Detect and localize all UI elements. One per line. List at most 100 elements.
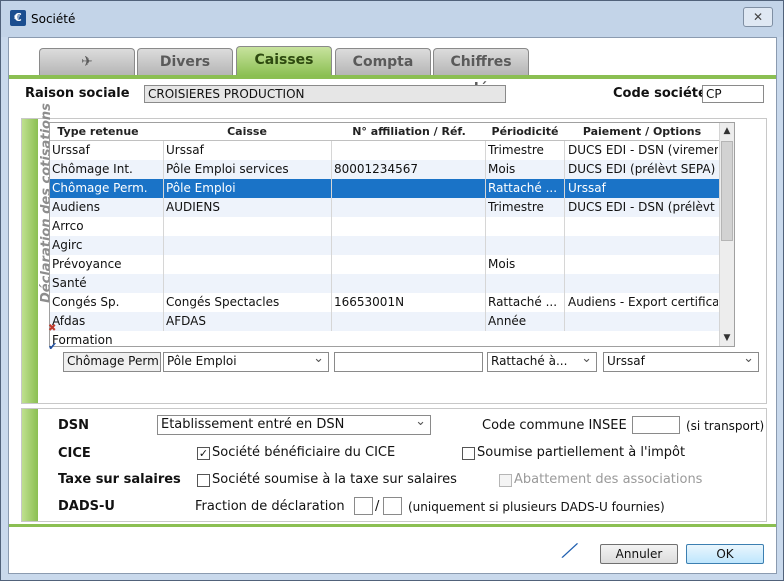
col-caisse[interactable]: Caisse bbox=[164, 125, 330, 138]
table-row[interactable]: Formation bbox=[50, 331, 720, 347]
table-cell: Urssaf bbox=[166, 143, 204, 157]
table-cell: Agirc bbox=[52, 238, 83, 252]
table-cell: Congés Spectacles bbox=[166, 295, 280, 309]
abattement-checkbox bbox=[499, 474, 512, 487]
cancel-button[interactable]: Annuler bbox=[600, 544, 678, 564]
tab-divers[interactable]: Divers bbox=[137, 48, 233, 76]
tab-chiffres-cles[interactable]: Chiffres clés bbox=[433, 48, 529, 97]
dialog-body: ✈ Divers Caisses Compta Chiffres clés Ra… bbox=[8, 37, 777, 574]
window-title: Société bbox=[31, 12, 76, 26]
table-cell: AUDIENS bbox=[166, 200, 220, 214]
table-cell: Formation bbox=[52, 333, 113, 347]
editor-paiement-select[interactable]: Urssaf bbox=[603, 352, 759, 372]
table-cell: Prévoyance bbox=[52, 257, 122, 271]
cice-label: CICE bbox=[58, 446, 91, 461]
table-row[interactable]: Chômage Int. Pôle Emploi services 80001234… bbox=[50, 160, 720, 179]
pencil-icon[interactable]: ╱ bbox=[562, 540, 578, 561]
code-societe-label: Code société bbox=[613, 86, 707, 101]
ok-button[interactable]: OK bbox=[686, 544, 764, 564]
table-cell: DUCS EDI - DSN (virement) bbox=[568, 143, 718, 157]
code-commune-label: Code commune INSEE bbox=[482, 418, 627, 433]
table-row[interactable]: Chômage Perm. Pôle Emploi Rattaché ... Urss… bbox=[50, 179, 720, 198]
editor-periodicite-select[interactable]: Rattaché à... bbox=[487, 352, 597, 372]
editor-caisse-select[interactable]: Pôle Emploi bbox=[163, 352, 329, 372]
table-cell: Pôle Emploi bbox=[166, 181, 236, 195]
table-cell: Rattaché ... bbox=[488, 181, 558, 195]
table-cell: Chômage Int. bbox=[52, 162, 133, 176]
app-icon: € bbox=[10, 10, 26, 26]
table-cell: Urssaf bbox=[568, 181, 606, 195]
fraction-numerator-input[interactable] bbox=[354, 497, 373, 515]
fraction-separator: / bbox=[375, 499, 380, 514]
delete-mark-icon[interactable]: ✖ bbox=[48, 323, 56, 334]
dsn-select[interactable]: Etablissement entré en DSN bbox=[157, 415, 431, 435]
table-cell: Audiens - Export certificats CS bbox=[568, 295, 718, 309]
col-divider bbox=[564, 141, 565, 331]
table-cell: DUCS EDI - DSN (prélèvt SE... bbox=[568, 200, 718, 214]
abattement-label: Abattement des associations bbox=[514, 472, 703, 487]
taxe-soumise-checkbox[interactable] bbox=[197, 474, 210, 487]
table-scrollbar[interactable]: ▲ ▼ bbox=[719, 123, 734, 346]
col-paiement[interactable]: Paiement / Options bbox=[566, 125, 718, 138]
table-cell: Arrco bbox=[52, 219, 84, 233]
col-type-retenue[interactable]: Type retenue bbox=[52, 125, 144, 138]
options-sidebar bbox=[22, 409, 38, 521]
col-divider bbox=[163, 141, 164, 331]
taxe-label: Taxe sur salaires bbox=[58, 472, 181, 487]
table-row[interactable]: Prévoyance Mois bbox=[50, 255, 720, 274]
col-divider bbox=[331, 141, 332, 331]
fraction-denominator-input[interactable] bbox=[383, 497, 402, 515]
table-cell: Chômage Perm. bbox=[52, 181, 148, 195]
table-cell: Urssaf bbox=[52, 143, 90, 157]
cice-beneficiaire-checkbox[interactable]: ✓ bbox=[197, 447, 210, 460]
fraction-note: (uniquement si plusieurs DADS-U fournies… bbox=[408, 500, 665, 514]
close-button[interactable]: ✕ bbox=[743, 7, 773, 27]
table-cell: Pôle Emploi services bbox=[166, 162, 289, 176]
table-row[interactable]: Audiens AUDIENS Trimestre DUCS EDI - DSN (p… bbox=[50, 198, 720, 217]
table-cell: DUCS EDI (prélèvt SEPA) - ... bbox=[568, 162, 718, 176]
table-row[interactable]: Afdas AFDAS Année bbox=[50, 312, 720, 331]
table-row[interactable]: Arrco bbox=[50, 217, 720, 236]
fraction-label: Fraction de déclaration bbox=[195, 499, 345, 514]
tab-caisses[interactable]: Caisses bbox=[236, 46, 332, 76]
table-cell: 16653001N bbox=[334, 295, 405, 309]
scroll-up-icon[interactable]: ▲ bbox=[720, 123, 734, 139]
cotisations-table[interactable]: Type retenue Caisse N° affiliation / Réf… bbox=[49, 122, 735, 347]
title-bar[interactable]: € Société ✕ bbox=[1, 1, 783, 37]
cice-beneficiaire-label[interactable]: Société bénéficiaire du CICE bbox=[212, 445, 395, 460]
editor-affiliation-input[interactable] bbox=[334, 352, 483, 372]
table-cell: AFDAS bbox=[166, 314, 206, 328]
table-row[interactable]: Urssaf Urssaf Trimestre DUCS EDI - DSN (vir… bbox=[50, 141, 720, 160]
table-cell: Mois bbox=[488, 257, 516, 271]
table-cell: Audiens bbox=[52, 200, 101, 214]
table-cell: Trimestre bbox=[488, 143, 544, 157]
code-commune-input[interactable] bbox=[632, 416, 680, 434]
raison-sociale-field[interactable]: CROISIERES PRODUCTION bbox=[144, 85, 506, 103]
col-affiliation[interactable]: N° affiliation / Réf. bbox=[332, 125, 486, 138]
table-cell: Mois bbox=[488, 162, 516, 176]
check-mark-icon[interactable]: ✔ bbox=[48, 340, 57, 353]
table-cell: Congés Sp. bbox=[52, 295, 120, 309]
taxe-soumise-label[interactable]: Société soumise à la taxe sur salaires bbox=[212, 472, 457, 487]
table-cell: Santé bbox=[52, 276, 87, 290]
tab-underline bbox=[9, 75, 776, 79]
cice-partiel-checkbox[interactable] bbox=[462, 447, 475, 460]
table-row[interactable]: Agirc bbox=[50, 236, 720, 255]
tab-compta[interactable]: Compta bbox=[335, 48, 431, 76]
col-periodicite[interactable]: Périodicité bbox=[486, 125, 564, 138]
table-cell: Trimestre bbox=[488, 200, 544, 214]
tab-general[interactable]: ✈ bbox=[39, 48, 135, 76]
table-row[interactable]: Congés Sp. Congés Spectacles 16653001N Ratt… bbox=[50, 293, 720, 312]
table-row[interactable]: Santé bbox=[50, 274, 720, 293]
scroll-thumb[interactable] bbox=[721, 141, 733, 241]
section-sidebar bbox=[22, 119, 38, 403]
table-header: Type retenue Caisse N° affiliation / Réf… bbox=[50, 123, 720, 141]
table-cell: Afdas bbox=[52, 314, 86, 328]
dsn-label: DSN bbox=[58, 418, 90, 433]
cice-partiel-label[interactable]: Soumise partiellement à l'impôt bbox=[477, 445, 685, 460]
code-societe-field[interactable]: CP bbox=[702, 85, 764, 103]
dadsu-label: DADS-U bbox=[58, 499, 115, 514]
col-divider bbox=[485, 141, 486, 331]
plane-icon: ✈ bbox=[81, 54, 93, 70]
scroll-down-icon[interactable]: ▼ bbox=[720, 330, 734, 346]
